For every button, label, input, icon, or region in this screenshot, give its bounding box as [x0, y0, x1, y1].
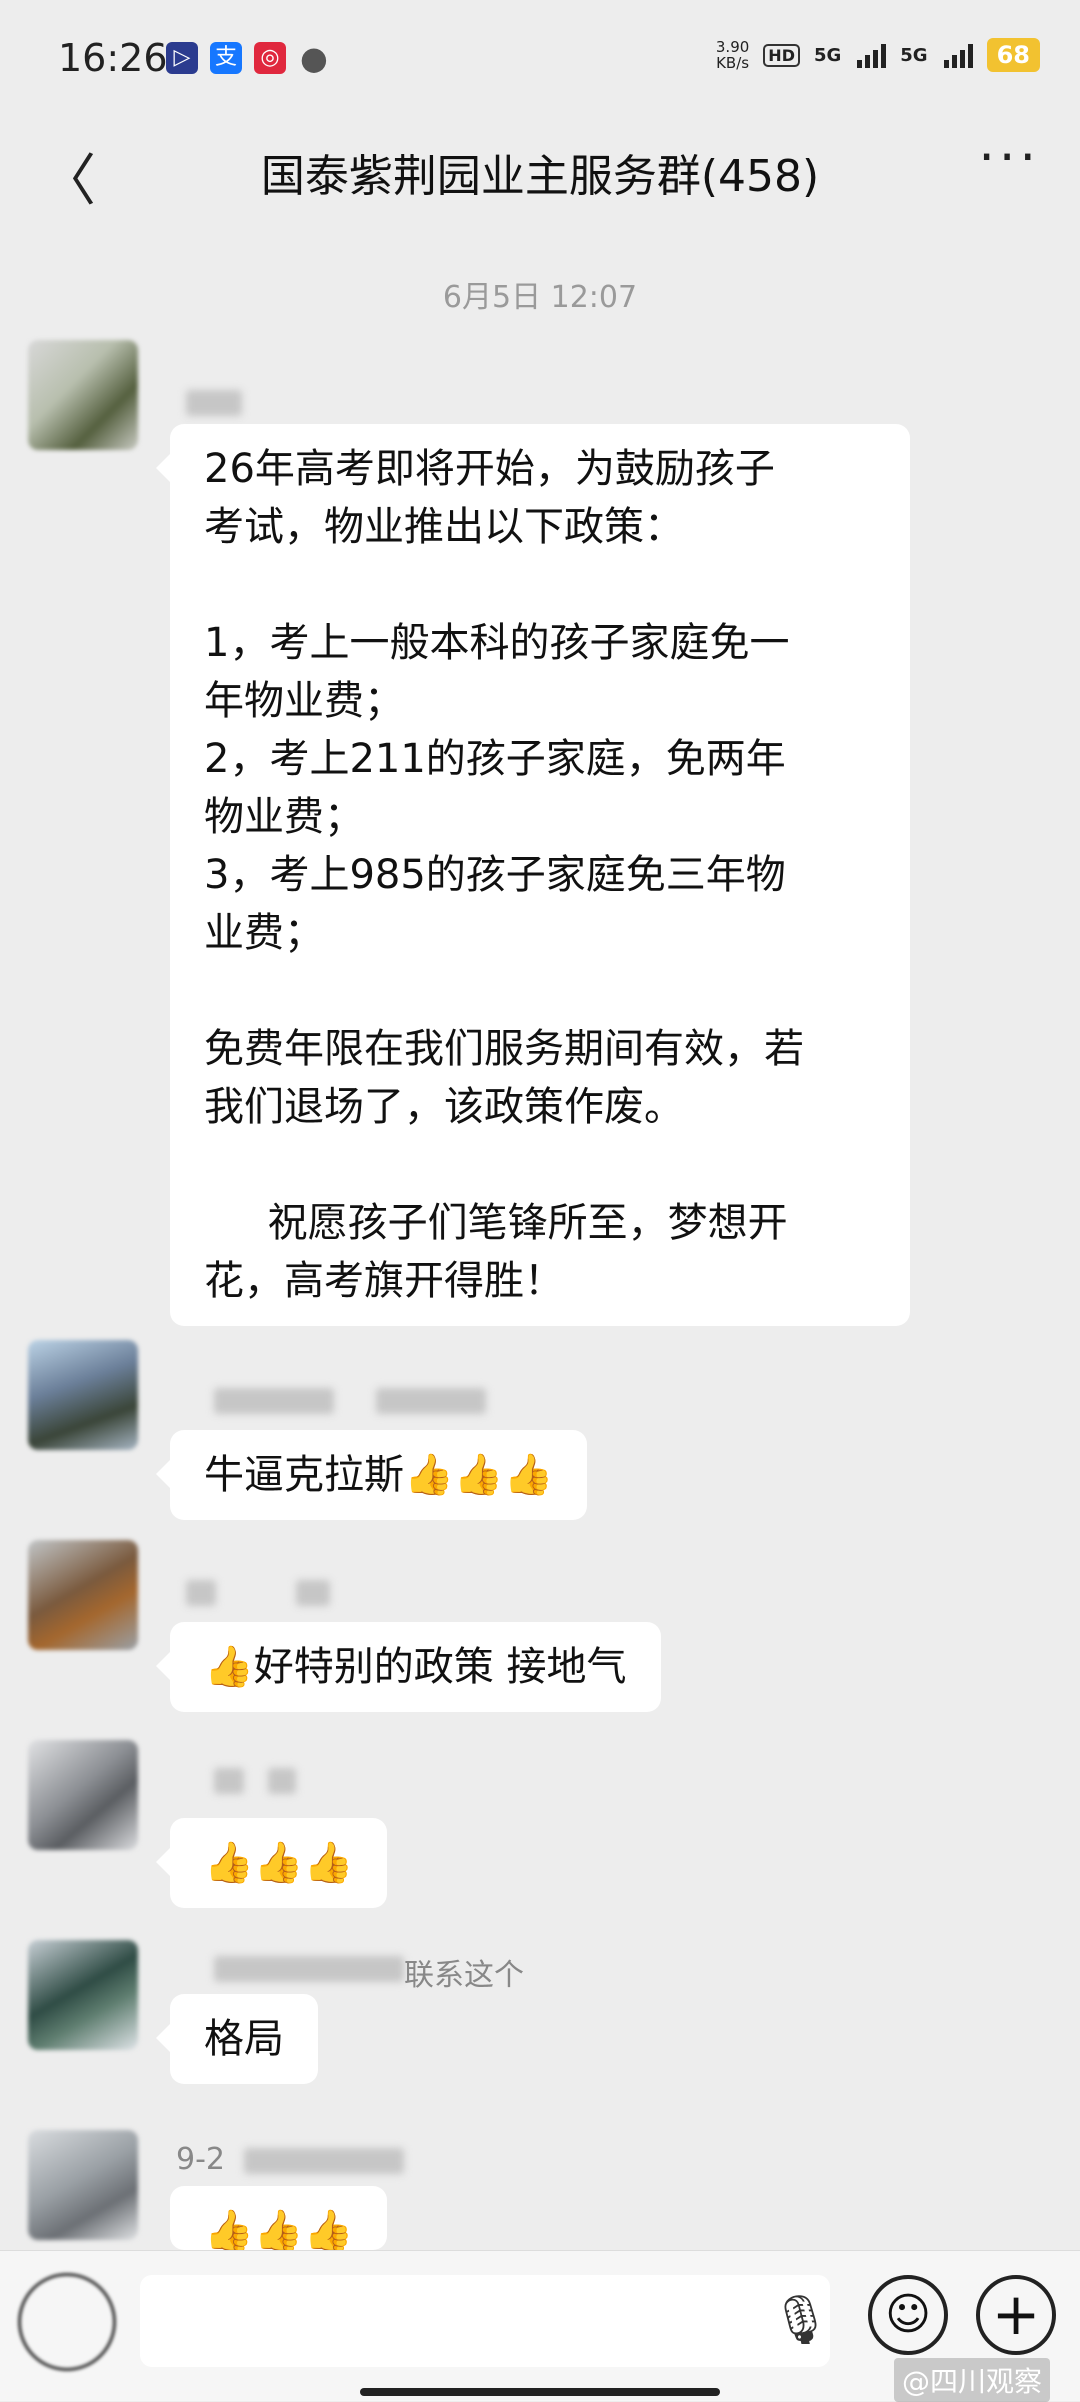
- message-line: 26年高考即将开始，为鼓励孩子: [204, 446, 775, 492]
- status-bar: 16:26 ▷ 支 ◎ ● 3.90 KB/s HD 5G 5G 68: [0, 0, 1080, 120]
- network-speed: 3.90 KB/s: [716, 39, 749, 71]
- message-text: 👍好特别的政策 接地气: [204, 1644, 627, 1690]
- battery-level: 68: [986, 38, 1040, 72]
- message-bubble[interactable]: 26年高考即将开始，为鼓励孩子 考试，物业推出以下政策： 1，考上一般本科的孩子…: [156, 424, 910, 1326]
- message-bubble[interactable]: 格局: [156, 1994, 318, 2084]
- sender-name-suffix: 联系这个: [404, 1958, 524, 1993]
- avatar[interactable]: [28, 2130, 138, 2240]
- message-bubble[interactable]: 👍好特别的政策 接地气: [156, 1622, 661, 1712]
- message-line: 我们退场了，该政策作废。: [204, 1084, 684, 1130]
- sender-name: [214, 1388, 334, 1414]
- message-line: 考试，物业推出以下政策：: [204, 504, 684, 550]
- chat-app-icon: ●: [300, 39, 328, 77]
- message-line: 1，考上一般本科的孩子家庭免一: [204, 620, 790, 666]
- message-text: 牛逼克拉斯👍👍👍: [204, 1452, 554, 1498]
- message-line: 业费；: [204, 910, 324, 956]
- red-app-icon: ◎: [254, 42, 286, 74]
- watermark: @四川观察: [893, 2358, 1050, 2402]
- message-line: 免费年限在我们服务期间有效，若: [204, 1026, 804, 1072]
- network-speed-unit: KB/s: [716, 54, 750, 72]
- message-timestamp: 6月5日 12:07: [442, 280, 638, 315]
- emoji-icon[interactable]: ☺: [868, 2275, 948, 2355]
- sender-name: [296, 1580, 330, 1606]
- avatar[interactable]: [28, 1540, 138, 1650]
- sender-name: [214, 1768, 244, 1794]
- player-app-icon: ▷: [166, 42, 198, 74]
- avatar[interactable]: [28, 1740, 138, 1850]
- sender-name: [268, 1768, 296, 1794]
- message-text: 👍👍👍: [204, 1840, 354, 1886]
- message-line: 2，考上211的孩子家庭，免两年: [204, 736, 786, 782]
- status-indicators: 3.90 KB/s HD 5G 5G 68: [716, 38, 1040, 72]
- network-speed-value: 3.90: [715, 38, 750, 56]
- message-bubble[interactable]: 牛逼克拉斯👍👍👍: [155, 1430, 588, 1520]
- message-text: 👍👍👍: [204, 2208, 354, 2250]
- microphone-icon[interactable]: 🎙: [770, 2291, 831, 2348]
- message-line: 年物业费；: [204, 678, 404, 724]
- message-line: 祝愿孩子们笔锋所至，梦想开: [204, 1200, 788, 1246]
- status-time: 16:26: [58, 36, 168, 80]
- sender-name: [214, 1956, 404, 1982]
- message-bubble[interactable]: 👍👍👍: [155, 1818, 388, 1908]
- sender-name: [244, 2148, 404, 2174]
- alipay-app-icon: 支: [210, 42, 242, 74]
- message-bubble[interactable]: 👍👍👍: [170, 2186, 388, 2250]
- avatar[interactable]: [28, 1340, 138, 1450]
- avatar[interactable]: [28, 340, 138, 450]
- message-text: 格局: [204, 2016, 284, 2062]
- sim1-network: 5G: [813, 44, 842, 66]
- voice-toggle-icon[interactable]: [18, 2273, 116, 2371]
- message-input[interactable]: [140, 2275, 830, 2367]
- sender-name-prefix: 9-2: [176, 2142, 225, 2177]
- sim2-network: 5G: [900, 44, 928, 66]
- signal-icon: [943, 42, 973, 68]
- sender-name: [186, 390, 242, 416]
- message-line: 3，考上985的孩子家庭免三年物: [204, 852, 786, 898]
- message-line: 花，高考旗开得胜！: [204, 1258, 564, 1304]
- home-indicator[interactable]: [360, 2388, 720, 2396]
- hd-badge: HD: [763, 43, 800, 67]
- signal-icon: [857, 42, 887, 68]
- plus-icon[interactable]: +: [976, 2275, 1056, 2355]
- avatar[interactable]: [28, 1940, 138, 2050]
- sender-name: [376, 1388, 486, 1414]
- chat-header: 国泰紫荆园业主服务群(458) 〈 ···: [0, 120, 1080, 220]
- message-line: 物业费；: [204, 794, 364, 840]
- sender-name: [186, 1580, 216, 1606]
- chat-title: 国泰紫荆园业主服务群(458): [260, 151, 820, 202]
- back-arrow-icon[interactable]: 〈: [40, 136, 96, 217]
- more-options-icon[interactable]: ···: [978, 128, 1040, 188]
